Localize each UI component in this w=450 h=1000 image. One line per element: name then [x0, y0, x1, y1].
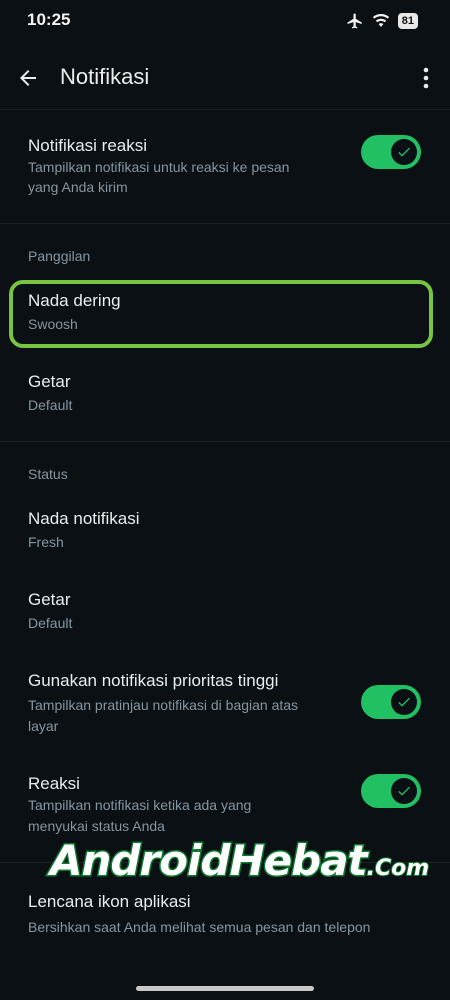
high-priority-title: Gunakan notifikasi prioritas tinggi — [28, 671, 279, 690]
status-vibrate-value: Default — [28, 615, 73, 631]
watermark-logo: AndroidHebat.Com — [49, 835, 431, 892]
reaction-notifications-subtitle-1: Tampilkan notifikasi untuk reaksi ke pes… — [28, 159, 290, 175]
toggle-knob — [391, 139, 417, 165]
gesture-nav-bar[interactable] — [136, 986, 314, 991]
page-title: Notifikasi — [60, 64, 150, 89]
more-vertical-icon[interactable] — [420, 66, 432, 90]
divider — [0, 223, 450, 224]
toggle-knob — [391, 689, 417, 715]
app-bar: Notifikasi — [0, 48, 450, 108]
status-reactions-subtitle-2: menyukai status Anda — [28, 818, 165, 834]
status-reactions-subtitle-1: Tampilkan notifikasi ketika ada yang — [28, 797, 252, 813]
high-priority-subtitle-1: Tampilkan pratinjau notifikasi di bagian… — [28, 697, 299, 713]
call-vibrate-title: Getar — [28, 372, 71, 391]
high-priority-toggle[interactable] — [361, 685, 421, 719]
status-reactions-toggle[interactable] — [361, 774, 421, 808]
reaction-notifications-toggle[interactable] — [361, 135, 421, 169]
app-bar-divider — [0, 109, 450, 110]
check-icon — [398, 697, 410, 707]
high-priority-subtitle-2: layar — [28, 718, 59, 734]
watermark-main: AndroidHebat — [49, 835, 370, 887]
section-calls-header: Panggilan — [28, 248, 91, 264]
divider — [0, 441, 450, 442]
watermark-suffix: .Com — [366, 855, 431, 882]
battery-icon: 81 — [397, 13, 418, 29]
section-status-header: Status — [28, 466, 68, 482]
check-icon — [398, 786, 410, 796]
app-badge-title: Lencana ikon aplikasi — [28, 892, 191, 911]
check-icon — [398, 147, 410, 157]
status-icons: 81 — [346, 12, 418, 30]
status-tone-title: Nada notifikasi — [28, 509, 140, 528]
highlight-box — [9, 280, 433, 348]
wifi-icon — [372, 14, 389, 27]
status-bar: 10:25 81 — [0, 0, 450, 44]
reaction-notifications-title: Notifikasi reaksi — [28, 136, 148, 155]
status-reactions-title: Reaksi — [28, 774, 80, 793]
app-badge-subtitle: Bersihkan saat Anda melihat semua pesan … — [28, 919, 371, 935]
status-vibrate-title: Getar — [28, 590, 71, 609]
arrow-left-icon[interactable] — [16, 66, 40, 90]
status-time: 10:25 — [27, 10, 71, 29]
reaction-notifications-subtitle-2: yang Anda kirim — [28, 179, 128, 195]
toggle-knob — [391, 778, 417, 804]
call-vibrate-value: Default — [28, 397, 73, 413]
status-tone-value: Fresh — [28, 534, 64, 550]
airplane-icon — [347, 13, 362, 29]
